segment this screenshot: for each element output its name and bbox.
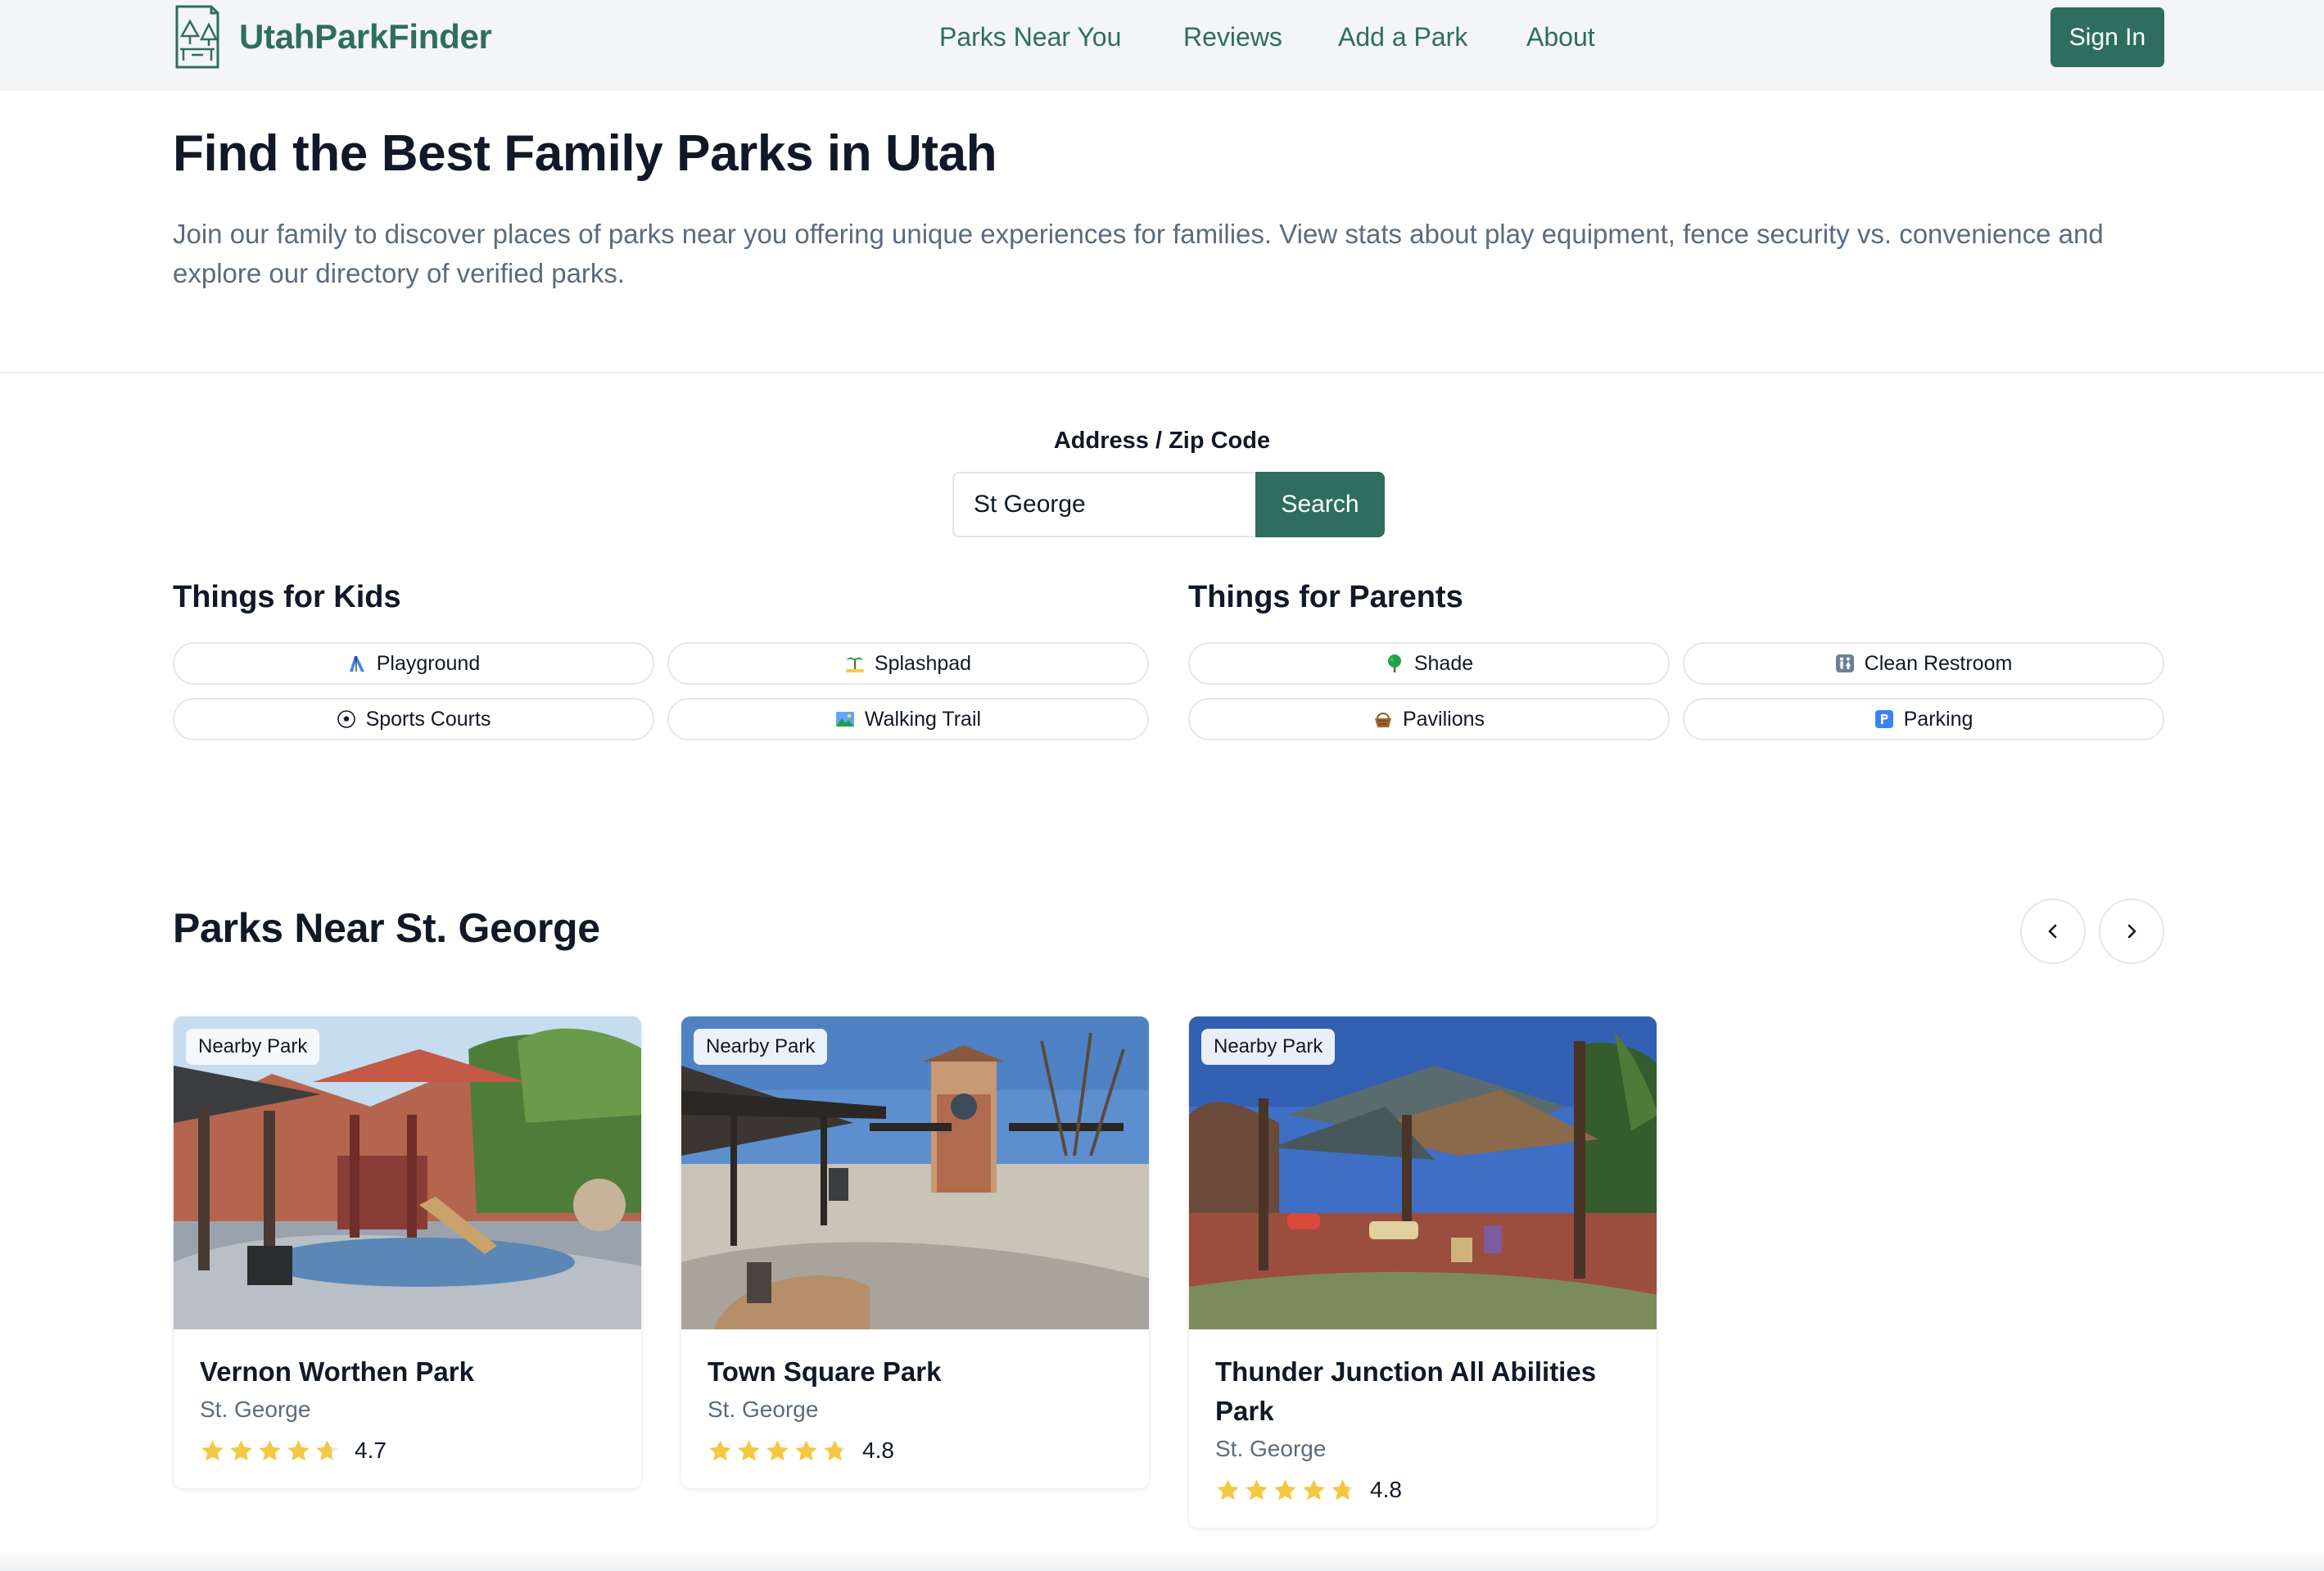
filter-chip-label: Parking bbox=[1903, 707, 1974, 731]
nearby-badge: Nearby Park bbox=[186, 1029, 320, 1065]
park-rating: 4.8 bbox=[708, 1437, 1123, 1464]
park-name: Vernon Worthen Park bbox=[200, 1356, 474, 1387]
park-card[interactable]: Nearby Park Thunder Junction All Abiliti… bbox=[1188, 1016, 1657, 1528]
star-icon bbox=[1274, 1478, 1296, 1500]
filter-chip-label: Playground bbox=[376, 651, 481, 675]
brand-name: UtahParkFinder bbox=[239, 17, 492, 56]
chevron-right-icon bbox=[2127, 924, 2136, 939]
hero-description: Join our family to discover places of pa… bbox=[173, 219, 2104, 288]
nav-parks-near-you[interactable]: Parks Near You bbox=[939, 18, 1121, 56]
filter-chip-label: Splashpad bbox=[874, 651, 972, 675]
rating-value: 4.7 bbox=[355, 1437, 387, 1463]
star-icon bbox=[709, 1439, 731, 1460]
beach-icon bbox=[845, 654, 865, 673]
nearby-section-title: Parks Near St. George bbox=[173, 905, 600, 951]
soccer-ball-icon bbox=[337, 709, 356, 729]
star-icon bbox=[795, 1439, 817, 1460]
park-city: St. George bbox=[708, 1397, 819, 1422]
star-icon bbox=[1303, 1478, 1325, 1500]
park-logo-icon bbox=[175, 5, 219, 69]
parents-filter-title: Things for Parents bbox=[1188, 580, 1463, 614]
filter-chip-shade[interactable]: Shade bbox=[1188, 642, 1670, 685]
filter-chip-sports-courts[interactable]: Sports Courts bbox=[173, 698, 654, 740]
star-rating bbox=[1215, 1478, 1355, 1503]
rating-value: 4.8 bbox=[1370, 1477, 1402, 1502]
section-divider bbox=[0, 372, 2324, 374]
park-rating: 4.8 bbox=[1215, 1477, 1630, 1503]
star-icon bbox=[230, 1439, 252, 1460]
chevron-left-icon bbox=[2048, 924, 2057, 939]
filter-chip-label: Walking Trail bbox=[864, 707, 982, 731]
star-icon bbox=[738, 1439, 760, 1460]
nav-about[interactable]: About bbox=[1526, 18, 1595, 56]
carousel-prev-button[interactable] bbox=[2020, 899, 2086, 964]
slide-icon bbox=[347, 654, 367, 673]
filter-chip-label: Shade bbox=[1413, 651, 1474, 675]
park-name: Thunder Junction All Abilities Park bbox=[1215, 1356, 1597, 1426]
filter-chip-pavilions[interactable]: Pavilions bbox=[1188, 698, 1670, 740]
star-rating bbox=[200, 1438, 340, 1464]
star-icon bbox=[766, 1439, 789, 1460]
page-title: Find the Best Family Parks in Utah bbox=[173, 125, 997, 182]
page-bottom-fade bbox=[0, 1550, 2324, 1571]
brand[interactable]: UtahParkFinder bbox=[172, 3, 492, 70]
star-icon bbox=[1246, 1478, 1268, 1500]
park-photo: Nearby Park bbox=[174, 1016, 641, 1329]
star-icon bbox=[316, 1439, 338, 1460]
star-icon bbox=[259, 1439, 281, 1460]
kids-filter-title: Things for Kids bbox=[173, 580, 401, 614]
star-icon bbox=[824, 1439, 846, 1460]
restroom-icon bbox=[1835, 654, 1855, 673]
landscape-icon bbox=[835, 709, 855, 729]
top-navigation: UtahParkFinder Parks Near You Reviews Ad… bbox=[0, 0, 2324, 90]
star-icon bbox=[1217, 1478, 1239, 1500]
filter-chip-label: Pavilions bbox=[1402, 707, 1485, 731]
address-search-input[interactable] bbox=[952, 472, 1257, 537]
star-icon bbox=[1332, 1478, 1354, 1500]
filter-chip-walking-trail[interactable]: Walking Trail bbox=[667, 698, 1149, 740]
search-button[interactable]: Search bbox=[1255, 472, 1385, 537]
filter-chip-label: Clean Restroom bbox=[1864, 651, 2013, 675]
park-city: St. George bbox=[200, 1397, 311, 1422]
tree-icon bbox=[1385, 654, 1404, 673]
nav-add-a-park[interactable]: Add a Park bbox=[1338, 18, 1467, 56]
nav-reviews[interactable]: Reviews bbox=[1183, 18, 1282, 56]
park-rating: 4.7 bbox=[200, 1437, 615, 1464]
park-card[interactable]: Nearby Park Town Square Park St. George … bbox=[680, 1016, 1150, 1489]
star-rating bbox=[708, 1438, 848, 1464]
parking-icon bbox=[1874, 709, 1894, 729]
park-photo: Nearby Park bbox=[1189, 1016, 1657, 1329]
park-photo: Nearby Park bbox=[681, 1016, 1149, 1329]
star-icon bbox=[287, 1439, 310, 1460]
filter-chip-splashpad[interactable]: Splashpad bbox=[667, 642, 1149, 685]
basket-icon bbox=[1373, 709, 1393, 729]
filter-chip-clean-restroom[interactable]: Clean Restroom bbox=[1683, 642, 2164, 685]
park-name: Town Square Park bbox=[708, 1356, 942, 1387]
nearby-badge: Nearby Park bbox=[1201, 1029, 1336, 1065]
park-card[interactable]: Nearby Park Vernon Worthen Park St. Geor… bbox=[173, 1016, 642, 1489]
filter-chip-label: Sports Courts bbox=[365, 707, 491, 731]
star-icon bbox=[201, 1439, 224, 1460]
filter-chip-playground[interactable]: Playground bbox=[173, 642, 654, 685]
carousel-next-button[interactable] bbox=[2099, 899, 2164, 964]
park-city: St. George bbox=[1215, 1436, 1327, 1461]
sign-in-button[interactable]: Sign In bbox=[2050, 7, 2164, 67]
filter-chip-parking[interactable]: Parking bbox=[1683, 698, 2164, 740]
nearby-badge: Nearby Park bbox=[694, 1029, 828, 1065]
rating-value: 4.8 bbox=[862, 1437, 894, 1463]
search-label: Address / Zip Code bbox=[1053, 428, 1271, 454]
